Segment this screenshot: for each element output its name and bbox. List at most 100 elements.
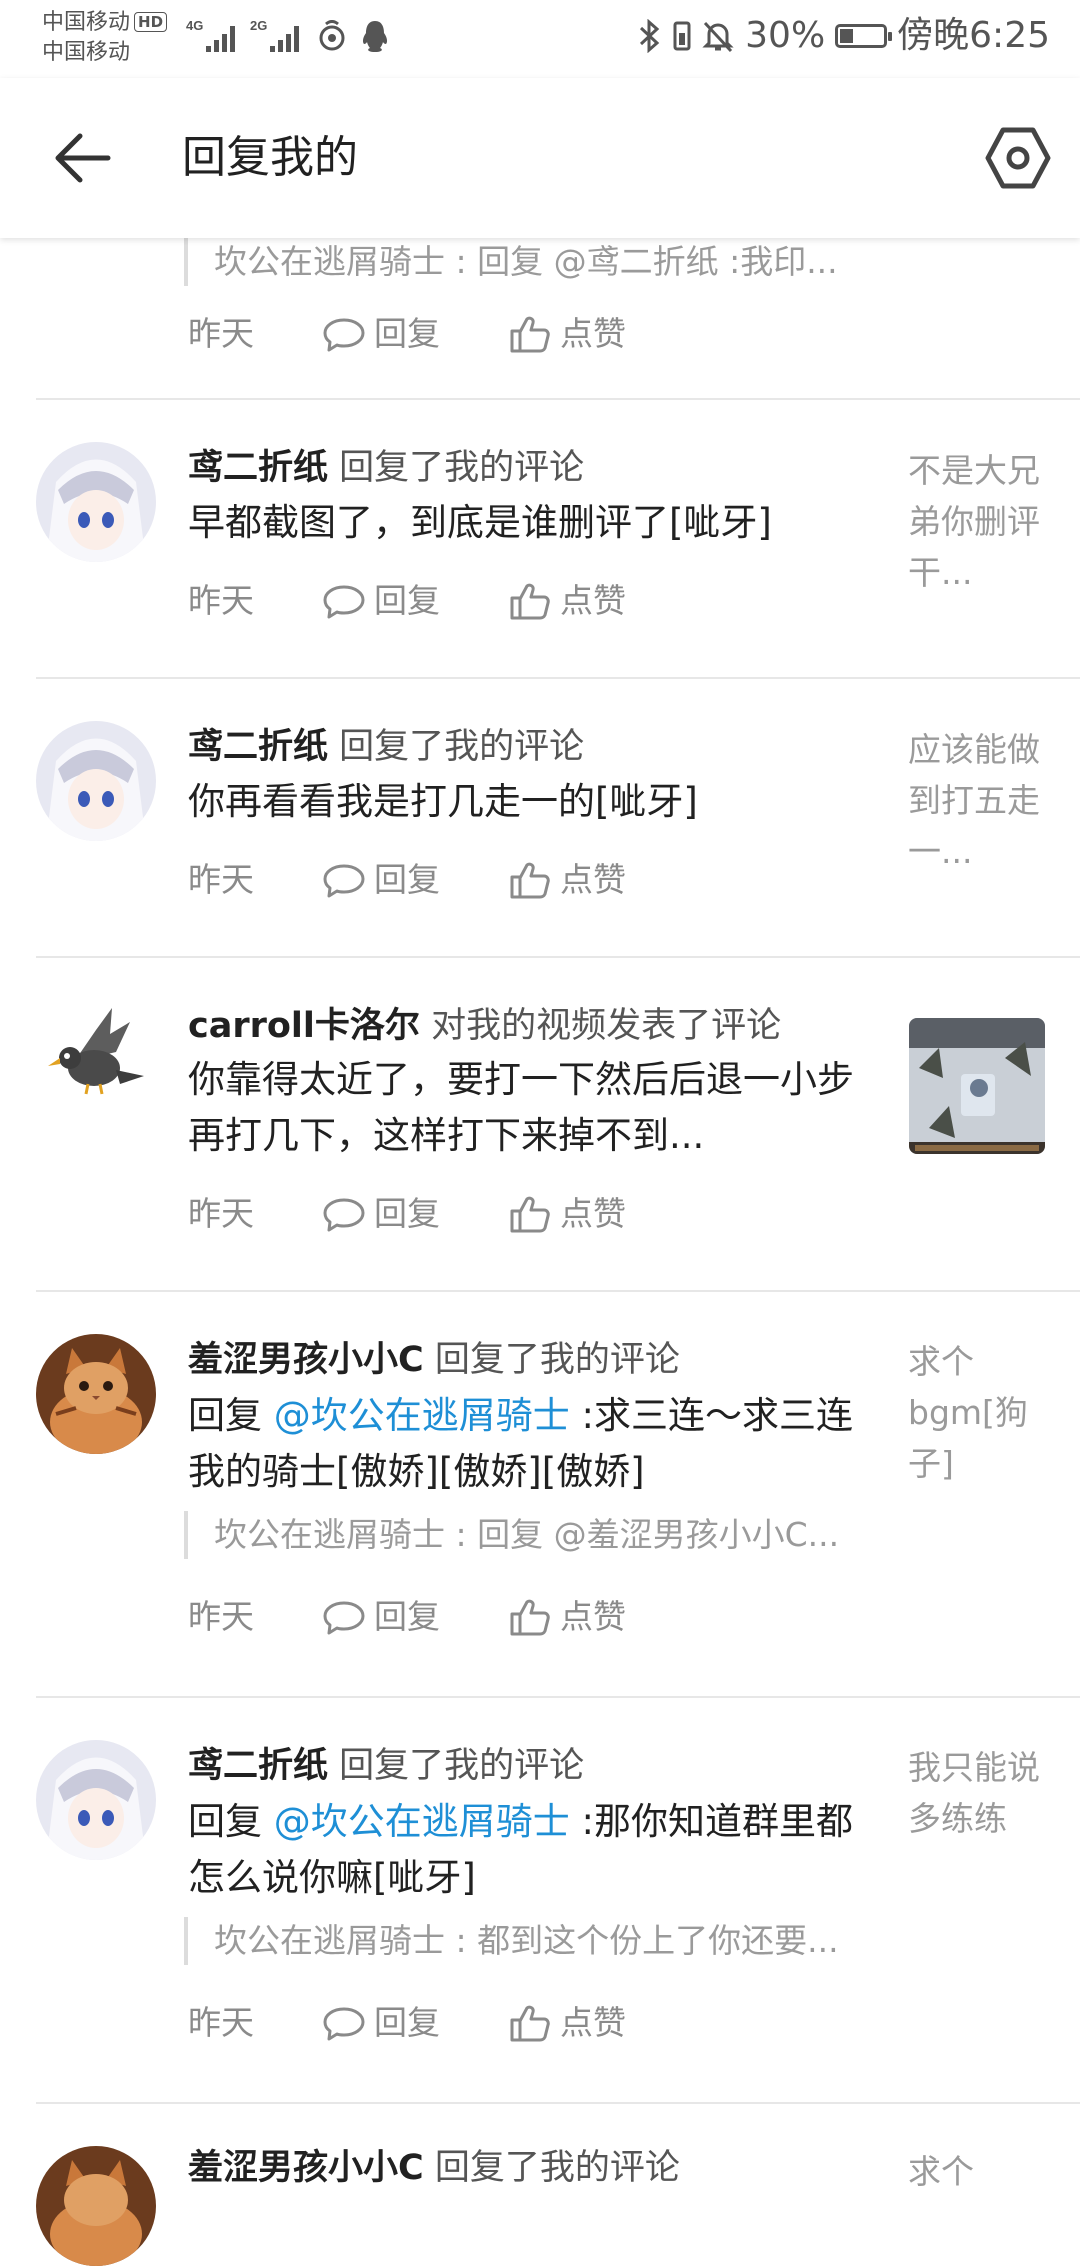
user-avatar[interactable]: [36, 442, 156, 562]
hexagon-settings-icon: [985, 127, 1051, 189]
original-comment-preview[interactable]: 我只能说多练练: [908, 1742, 1048, 1844]
reply-button[interactable]: 回复: [322, 1189, 508, 1239]
original-comment-preview[interactable]: 求个bgm[狗子]: [908, 1336, 1048, 1489]
user-avatar[interactable]: [36, 1334, 156, 1454]
bird-avatar-icon: [36, 1000, 156, 1120]
battery-percent: 30%: [745, 15, 826, 56]
reply-prefix: 回复: [188, 1800, 274, 1843]
username[interactable]: 鸢二折纸: [188, 727, 328, 767]
original-comment-preview[interactable]: 不是大兄弟你删评干...: [908, 445, 1048, 598]
qq-icon: [362, 21, 388, 52]
name-line: 羞涩男孩小小C 回复了我的评论: [188, 1336, 680, 1384]
reply-button[interactable]: 回复: [322, 1592, 508, 1642]
thumbs-up-icon: [510, 2005, 550, 2042]
app-bar: 回复我的: [0, 78, 1080, 238]
name-line: 鸢二折纸 回复了我的评论: [188, 1742, 584, 1790]
action-text: 对我的视频发表了评论: [431, 1006, 782, 1046]
timestamp: 昨天: [188, 314, 254, 353]
anime-girl-avatar-icon: [36, 1740, 156, 1860]
reply-button[interactable]: 回复: [322, 576, 508, 626]
like-label: 点赞: [560, 581, 626, 620]
reply-button[interactable]: 回复: [322, 309, 508, 359]
net-type-2: 2G: [250, 18, 267, 33]
original-comment-preview[interactable]: 应该能做到打五走一...: [908, 724, 1048, 877]
reply-button[interactable]: 回复: [322, 855, 508, 905]
name-line: 羞涩男孩小小C 回复了我的评论: [188, 2144, 680, 2192]
bluetooth-icon: [640, 19, 660, 53]
like-button[interactable]: 点赞: [508, 1189, 626, 1239]
comment-text: 回复 @坎公在逃屑骑士 :那你知道群里都怎么说你嘛[呲牙]: [188, 1794, 868, 1906]
like-label: 点赞: [560, 1597, 626, 1636]
username[interactable]: 鸢二折纸: [188, 448, 328, 488]
quoted-comment: 坎公在逃屑骑士 : 回复 @羞涩男孩小小C...: [184, 1511, 874, 1559]
name-line: 鸢二折纸 回复了我的评论: [188, 723, 584, 771]
reply-button[interactable]: 回复: [322, 1998, 508, 2048]
mention-link[interactable]: @坎公在逃屑骑士: [274, 1394, 570, 1437]
reply-label: 回复: [374, 1194, 440, 1233]
user-avatar[interactable]: [36, 2146, 156, 2266]
item-meta: 昨天 回复 点赞: [188, 309, 626, 359]
back-button[interactable]: [44, 122, 124, 194]
like-button[interactable]: 点赞: [508, 1592, 626, 1642]
video-thumbnail-image: [909, 1018, 1045, 1154]
action-text: 回复了我的评论: [339, 448, 585, 488]
username[interactable]: carroll卡洛尔: [188, 1006, 420, 1046]
action-text: 回复了我的评论: [339, 727, 585, 767]
list-item[interactable]: 羞涩男孩小小C 回复了我的评论 求个: [0, 2104, 1080, 2266]
carrier-1: 中国移动: [42, 10, 131, 35]
list-item[interactable]: 羞涩男孩小小C 回复了我的评论 回复 @坎公在逃屑骑士 :求三连～求三连我的骑士…: [0, 1292, 1080, 1698]
list-item[interactable]: carroll卡洛尔 对我的视频发表了评论 你靠得太近了，要打一下然后后退一小步…: [0, 958, 1080, 1292]
action-text: 回复了我的评论: [434, 2148, 680, 2188]
mention-link[interactable]: @坎公在逃屑骑士: [274, 1800, 570, 1843]
username[interactable]: 羞涩男孩小小C: [188, 2148, 424, 2188]
original-comment-preview[interactable]: 求个: [908, 2146, 1048, 2197]
username[interactable]: 羞涩男孩小小C: [188, 1340, 424, 1380]
comment-text: 早都截图了，到底是谁删评了[呲牙]: [188, 501, 772, 544]
like-button[interactable]: 点赞: [508, 576, 626, 626]
status-bar: 中国移动 HD 中国移动 4G 2G 30% 傍晚6:25: [0, 0, 1080, 78]
list-item[interactable]: 坎公在逃屑骑士 : 回复 @鸢二折纸 :我印... 昨天 回复 点赞: [0, 238, 1080, 400]
like-label: 点赞: [560, 2003, 626, 2042]
thumbs-up-icon: [510, 316, 550, 353]
user-avatar[interactable]: [36, 1000, 156, 1120]
like-button[interactable]: 点赞: [508, 855, 626, 905]
settings-button[interactable]: [984, 124, 1052, 192]
comment-icon: [323, 864, 365, 898]
cat-avatar-icon: [36, 2146, 156, 2266]
comment-icon: [323, 1198, 365, 1232]
carrier-2: 中国移动: [42, 40, 131, 65]
thumbs-up-icon: [510, 1196, 550, 1233]
like-button[interactable]: 点赞: [508, 1998, 626, 2048]
timestamp: 昨天: [188, 2003, 254, 2042]
like-button[interactable]: 点赞: [508, 309, 626, 359]
quoted-comment: 坎公在逃屑骑士 : 都到这个份上了你还要...: [184, 1917, 874, 1965]
action-text: 回复了我的评论: [434, 1340, 680, 1380]
list-item[interactable]: 鸢二折纸 回复了我的评论 回复 @坎公在逃屑骑士 :那你知道群里都怎么说你嘛[呲…: [0, 1698, 1080, 2104]
list-item[interactable]: 鸢二折纸 回复了我的评论 早都截图了，到底是谁删评了[呲牙] 不是大兄弟你删评干…: [0, 400, 1080, 679]
username[interactable]: 鸢二折纸: [188, 1746, 328, 1786]
mute-bell-icon: [702, 21, 734, 53]
item-meta: 昨天 回复 点赞: [188, 1592, 626, 1642]
reply-label: 回复: [374, 581, 440, 620]
video-thumbnail[interactable]: [909, 1018, 1045, 1154]
item-meta: 昨天 回复 点赞: [188, 1998, 626, 2048]
user-avatar[interactable]: [36, 721, 156, 841]
user-avatar[interactable]: [36, 1740, 156, 1860]
page-title: 回复我的: [182, 132, 358, 183]
net-type-1: 4G: [186, 18, 203, 33]
thumbs-up-icon: [510, 1599, 550, 1636]
vibrate-battery-icon: [673, 21, 691, 51]
like-label: 点赞: [560, 860, 626, 899]
comment-icon: [323, 318, 365, 352]
reply-label: 回复: [374, 2003, 440, 2042]
reply-list: 坎公在逃屑骑士 : 回复 @鸢二折纸 :我印... 昨天 回复 点赞 鸢二折纸 …: [0, 238, 1080, 2266]
hotspot-icon: [319, 20, 345, 51]
clock: 傍晚6:25: [897, 15, 1050, 56]
list-item[interactable]: 鸢二折纸 回复了我的评论 你再看看我是打几走一的[呲牙] 应该能做到打五走一..…: [0, 679, 1080, 958]
comment-icon: [323, 585, 365, 619]
timestamp: 昨天: [188, 1597, 254, 1636]
like-label: 点赞: [560, 314, 626, 353]
reply-label: 回复: [374, 314, 440, 353]
item-meta: 昨天 回复 点赞: [188, 855, 626, 905]
item-meta: 昨天 回复 点赞: [188, 576, 626, 626]
